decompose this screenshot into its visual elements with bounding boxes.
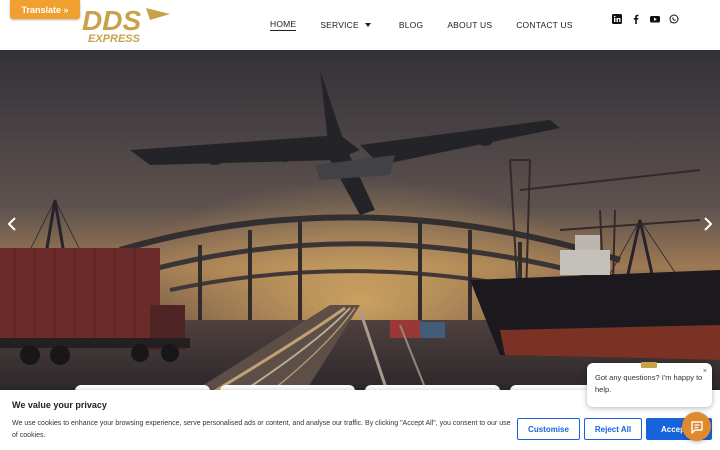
chat-launcher-button[interactable] [682, 412, 711, 441]
cookie-description: We use cookies to enhance your browsing … [12, 420, 511, 439]
nav-service-label: SERVICE [320, 20, 359, 30]
logo-graphic: DDS EXPRESS [82, 5, 170, 45]
reject-all-button[interactable]: Reject All [584, 418, 642, 440]
nav-home[interactable]: HOME [258, 0, 308, 50]
close-icon[interactable]: × [703, 366, 707, 378]
chat-brand-logo [641, 356, 657, 368]
customise-button[interactable]: Customise [517, 418, 580, 440]
nav-blog[interactable]: BLOG [387, 0, 435, 50]
whatsapp-icon[interactable] [669, 14, 679, 24]
nav-contact-us[interactable]: CONTACT US [504, 0, 584, 50]
hero-slider [0, 50, 720, 400]
nav-home-label: HOME [270, 19, 297, 31]
nav-contact-label: CONTACT US [516, 20, 573, 30]
nav-service[interactable]: SERVICE [308, 0, 383, 50]
youtube-icon[interactable] [650, 14, 660, 24]
nav-about-us[interactable]: ABOUT US [435, 0, 504, 50]
logo-main-text: DDS [82, 5, 141, 36]
chat-message: Got any questions? I'm happy to help. [595, 373, 703, 394]
site-header: DDS EXPRESS HOME SERVICE BLOG ABOUT US C… [0, 0, 720, 50]
chat-greeting-bubble[interactable]: × Got any questions? I'm happy to help. [587, 363, 712, 407]
cookie-title: We value your privacy [12, 400, 107, 410]
chat-icon [690, 420, 703, 434]
nav-blog-label: BLOG [398, 20, 424, 30]
logo-sub-text: EXPRESS [88, 33, 141, 44]
chevron-left-icon[interactable] [6, 216, 18, 232]
hero-background-image [0, 50, 720, 400]
linkedin-icon[interactable] [612, 14, 622, 24]
main-nav: HOME SERVICE BLOG ABOUT US CONTACT US [258, 0, 585, 50]
nav-about-label: ABOUT US [447, 20, 493, 30]
translate-button[interactable]: Translate » [10, 0, 80, 19]
logo-swoosh [146, 8, 170, 20]
social-links [612, 14, 679, 24]
chevron-right-icon[interactable] [702, 216, 714, 232]
caret-down-icon [364, 23, 371, 27]
dds-express-logo[interactable]: DDS EXPRESS [80, 4, 172, 45]
facebook-icon[interactable] [631, 14, 641, 24]
